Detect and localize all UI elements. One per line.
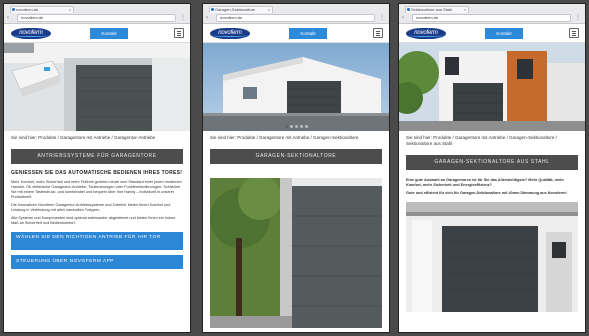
browser-tab[interactable]: novoferm.de ×: [10, 6, 74, 13]
hero-image-white-garage: [203, 43, 389, 131]
favicon-icon: [12, 8, 15, 11]
site-header: novoferm Kontakt: [399, 24, 585, 43]
address-bar[interactable]: novoferm.de: [412, 14, 571, 22]
breadcrumb: Sie sind hier: Produkte / Garagentore mi…: [11, 135, 156, 140]
logo-swoosh: [13, 34, 49, 37]
carousel-dot[interactable]: [304, 125, 308, 128]
section-heading: GENIESSEN SIE DAS AUTOMATISCHE BEDIENEN …: [11, 170, 183, 176]
favicon-icon: [407, 8, 410, 11]
hamburger-menu-icon[interactable]: [174, 28, 184, 38]
tab-title: Sektionaltore aus Stahl: [411, 7, 453, 12]
intro-paragraph: Eine gute Auswahl an Garagentoren ist fü…: [406, 178, 564, 187]
phone-screen-1: novoferm.de × ‹ novoferm.de ⋮ novoferm K…: [3, 3, 191, 333]
browser-tab[interactable]: Sektionaltore aus Stahl ×: [405, 6, 469, 13]
hamburger-menu-icon[interactable]: [373, 28, 383, 38]
tab-bar: Sektionaltore aus Stahl ×: [399, 4, 585, 13]
logo-swoosh: [408, 34, 444, 37]
browser-chrome: Sektionaltore aus Stahl × ‹ novoferm.de …: [399, 4, 585, 24]
tab-bar: Garagen-Sektionaltore ×: [203, 4, 389, 13]
carousel-dot[interactable]: [294, 125, 298, 128]
house-photo: [399, 43, 585, 131]
section-title-bar: GARAGEN-SEKTIONALTORE: [210, 149, 382, 164]
contact-button[interactable]: Kontakt: [485, 28, 523, 39]
body-paragraph: Alle Systeme und Komponenten sind optima…: [11, 215, 176, 225]
carousel-dot[interactable]: [284, 125, 288, 128]
intro-paragraph: Gute und effizient für sich für Garagen-…: [406, 191, 567, 195]
favicon-icon: [211, 8, 214, 11]
site-header: novoferm Kontakt: [4, 24, 190, 43]
carousel-dots[interactable]: [203, 125, 389, 128]
phone-screen-3: Sektionaltore aus Stahl × ‹ novoferm.de …: [398, 3, 586, 333]
product-image-garage-door: [406, 202, 578, 312]
hero-image-garage-opener: [4, 43, 190, 131]
browser-menu-icon[interactable]: ⋮: [379, 14, 385, 22]
close-tab-icon[interactable]: ×: [464, 7, 466, 13]
garage-photo: [203, 43, 389, 131]
breadcrumb: Sie sind hier: Produkte / Garagentore mi…: [210, 135, 359, 140]
address-bar[interactable]: novoferm.de: [216, 14, 375, 22]
door-photo: [210, 178, 382, 328]
back-icon[interactable]: ‹: [206, 14, 208, 22]
carousel-dot[interactable]: [299, 125, 303, 128]
tab-title: Garagen-Sektionaltore: [215, 7, 256, 12]
app-control-button[interactable]: STEUERUNG ÜBER NOVOFERM APP: [11, 254, 183, 269]
address-bar[interactable]: novoferm.de: [17, 14, 176, 22]
tab-bar: novoferm.de ×: [4, 4, 190, 13]
back-icon[interactable]: ‹: [402, 14, 404, 22]
garage-photo: [4, 43, 190, 131]
contact-button[interactable]: Kontakt: [289, 28, 327, 39]
carousel-dot[interactable]: [289, 125, 293, 128]
phone-screen-2: Garagen-Sektionaltore × ‹ novoferm.de ⋮ …: [202, 3, 390, 333]
body-paragraph: Die innovativen Novoferm Garagentor-Antr…: [11, 202, 171, 212]
contact-button[interactable]: Kontakt: [90, 28, 128, 39]
browser-tab[interactable]: Garagen-Sektionaltore ×: [209, 6, 273, 13]
close-tab-icon[interactable]: ×: [268, 7, 270, 13]
site-header: novoferm Kontakt: [203, 24, 389, 43]
section-title-bar: GARAGEN-SEKTIONALTORE AUS STAHL: [406, 155, 578, 170]
choose-drive-button[interactable]: WÄHLEN SIE DEN RICHTIGEN ANTRIEB FÜR IHR…: [11, 231, 183, 250]
logo-swoosh: [212, 34, 248, 37]
browser-menu-icon[interactable]: ⋮: [575, 14, 581, 22]
close-tab-icon[interactable]: ×: [69, 7, 71, 13]
tab-title: novoferm.de: [16, 7, 39, 12]
door-photo: [406, 202, 578, 312]
screenshot-collage: novoferm.de × ‹ novoferm.de ⋮ novoferm K…: [0, 0, 589, 336]
breadcrumb: Sie sind hier: Produkte / Garagentore mi…: [406, 135, 557, 146]
product-image-sectional-door: [210, 178, 382, 328]
section-title-bar: ANTRIEBSSYSTEME FÜR GARAGENTORE: [11, 149, 183, 164]
hamburger-menu-icon[interactable]: [569, 28, 579, 38]
browser-chrome: novoferm.de × ‹ novoferm.de ⋮: [4, 4, 190, 24]
browser-chrome: Garagen-Sektionaltore × ‹ novoferm.de ⋮: [203, 4, 389, 24]
back-icon[interactable]: ‹: [7, 14, 9, 22]
hero-image-modern-house: [399, 43, 585, 131]
body-paragraph: Mehr Komfort, mehr Sicherheit und mehr F…: [11, 179, 182, 199]
browser-menu-icon[interactable]: ⋮: [180, 14, 186, 22]
